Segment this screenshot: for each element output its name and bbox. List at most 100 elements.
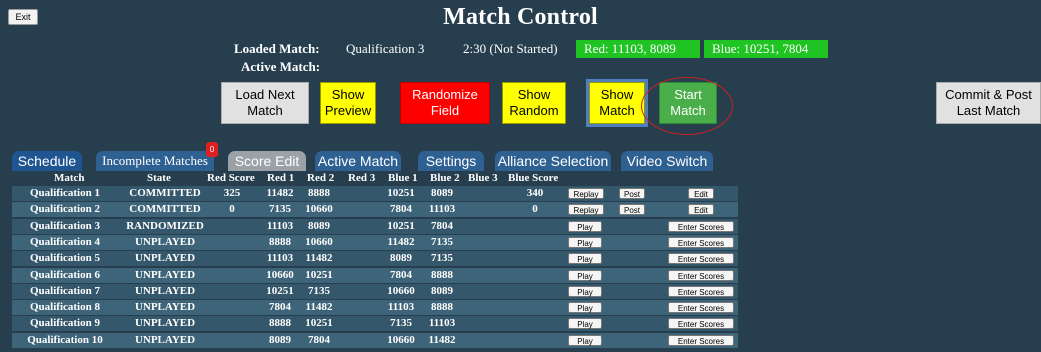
tab-incomplete-matches[interactable]: Incomplete Matches [96, 151, 214, 171]
red-alliance-badge: Red: 11103, 8089 [576, 40, 700, 58]
load-next-match-button[interactable]: Load Next Match [221, 82, 309, 124]
show-preview-button[interactable]: Show Preview [320, 82, 376, 124]
cell-blue2: 11103 [428, 203, 456, 216]
schedule-table: Match State Red Score Red 1 Red 2 Red 3 … [12, 171, 738, 352]
cell-state: UNPLAYED [134, 268, 196, 281]
table-header: Match State Red Score Red 1 Red 2 Red 3 … [12, 171, 738, 186]
col-blue3: Blue 3 [468, 172, 498, 184]
active-match-label: Active Match: [241, 59, 321, 74]
enter-scores-button[interactable]: Enter Scores [668, 253, 734, 265]
cell-state: UNPLAYED [134, 284, 196, 297]
col-red1: Red 1 [267, 172, 295, 184]
cell-red2: 10660 [305, 203, 333, 216]
table-row: Qualification 7 UNPLAYED 10251 7135 10660 808… [12, 283, 738, 299]
edit-button[interactable]: Edit [688, 204, 714, 216]
enter-scores-button[interactable]: Enter Scores [668, 220, 734, 232]
cell-blue2: 7135 [431, 252, 453, 265]
cell-blue2: 11103 [428, 317, 456, 330]
play-button[interactable]: Play [568, 318, 602, 330]
start-match-button[interactable]: Start Match [659, 82, 717, 124]
cell-red2: 8089 [308, 219, 330, 232]
cell-match: Qualification 6 [30, 268, 100, 281]
cell-red2: 10251 [305, 317, 333, 330]
enter-scores-button[interactable]: Enter Scores [668, 236, 734, 248]
randomize-field-button[interactable]: Randomize Field [400, 82, 490, 124]
cell-blue2: 7135 [431, 235, 453, 248]
replay-button[interactable]: Replay [568, 204, 604, 216]
col-red3: Red 3 [348, 172, 376, 184]
enter-scores-button[interactable]: Enter Scores [668, 318, 734, 330]
cell-red2: 10251 [305, 268, 333, 281]
tab-active-match[interactable]: Active Match [315, 151, 401, 171]
cell-state: UNPLAYED [134, 333, 196, 346]
post-button[interactable]: Post [619, 204, 645, 216]
play-button[interactable]: Play [568, 285, 602, 297]
col-blue1: Blue 1 [388, 172, 418, 184]
cell-state: UNPLAYED [134, 317, 196, 330]
cell-red2: 10660 [305, 235, 333, 248]
cell-match: Qualification 1 [30, 187, 100, 199]
table-row: Qualification 3 RANDOMIZED 11103 8089 10251 7… [12, 218, 738, 234]
cell-match: Qualification 3 [30, 219, 100, 232]
edit-button[interactable]: Edit [688, 188, 714, 199]
cell-red2: 7135 [308, 284, 330, 297]
post-button[interactable]: Post [619, 188, 645, 199]
blue-alliance-badge: Blue: 10251, 7804 [704, 40, 828, 58]
cell-match: Qualification 9 [30, 317, 100, 330]
cell-state: RANDOMIZED [126, 219, 204, 232]
commit-post-button[interactable]: Commit & Post Last Match [936, 82, 1041, 124]
cell-blue-score: 340 [526, 187, 544, 199]
cell-red2: 11482 [305, 252, 333, 265]
play-button[interactable]: Play [568, 253, 602, 265]
enter-scores-button[interactable]: Enter Scores [668, 269, 734, 281]
loaded-match-label: Loaded Match: [234, 41, 320, 56]
tab-settings[interactable]: Settings [418, 151, 484, 171]
cell-red2: 11482 [305, 301, 333, 314]
cell-blue2: 8888 [431, 268, 453, 281]
cell-match: Qualification 2 [30, 203, 100, 216]
tab-score-edit[interactable]: Score Edit [228, 151, 306, 171]
col-blue2: Blue 2 [430, 172, 460, 184]
cell-match: Qualification 7 [30, 284, 100, 297]
cell-blue2: 7804 [431, 219, 453, 232]
table-row: Qualification 9 UNPLAYED 8888 10251 7135 1110… [12, 316, 738, 332]
cell-match: Qualification 10 [27, 333, 103, 346]
enter-scores-button[interactable]: Enter Scores [668, 285, 734, 297]
table-row: Qualification 6 UNPLAYED 10660 10251 7804 888… [12, 267, 738, 283]
cell-match: Qualification 5 [30, 252, 100, 265]
cell-blue2: 8089 [431, 284, 453, 297]
col-red2: Red 2 [307, 172, 335, 184]
table-row: Qualification 1 COMMITTED 325 11482 8888 1025… [12, 186, 738, 201]
table-row: Qualification 5 UNPLAYED 11103 11482 8089 713… [12, 251, 738, 267]
show-match-button[interactable]: Show Match [586, 79, 648, 127]
cell-red2: 7804 [308, 333, 330, 346]
play-button[interactable]: Play [568, 269, 602, 281]
play-button[interactable]: Play [568, 220, 602, 232]
show-random-button[interactable]: Show Random [502, 82, 566, 124]
col-match: Match [54, 172, 85, 184]
col-state: State [147, 172, 171, 184]
col-blue-score: Blue Score [508, 172, 559, 184]
match-control-app: Exit Match Control Loaded Match: Qualifi… [0, 0, 1041, 352]
cell-blue-score: 0 [532, 203, 538, 216]
play-button[interactable]: Play [568, 302, 602, 314]
cell-red2: 8888 [308, 187, 330, 199]
cell-match: Qualification 4 [30, 235, 100, 248]
cell-blue2: 8089 [431, 187, 453, 199]
tab-video-switch[interactable]: Video Switch [621, 151, 713, 171]
tab-alliance-selection[interactable]: Alliance Selection [495, 151, 611, 171]
play-button[interactable]: Play [568, 334, 602, 346]
enter-scores-button[interactable]: Enter Scores [668, 302, 734, 314]
page-title: Match Control [443, 4, 598, 30]
play-button[interactable]: Play [568, 236, 602, 248]
cell-state: UNPLAYED [134, 235, 196, 248]
replay-button[interactable]: Replay [568, 188, 604, 199]
cell-blue2: 8888 [431, 301, 453, 314]
tab-schedule[interactable]: Schedule [12, 151, 82, 171]
table-row: Qualification 8 UNPLAYED 7804 11482 11103 888… [12, 300, 738, 316]
col-red-score: Red Score [207, 172, 255, 184]
loaded-match-value: Qualification 3 [346, 41, 425, 56]
table-row: Qualification 2 COMMITTED 0 7135 10660 7804 11… [12, 202, 738, 218]
enter-scores-button[interactable]: Enter Scores [668, 334, 734, 346]
timer-status: 2:30 (Not Started) [463, 41, 558, 56]
